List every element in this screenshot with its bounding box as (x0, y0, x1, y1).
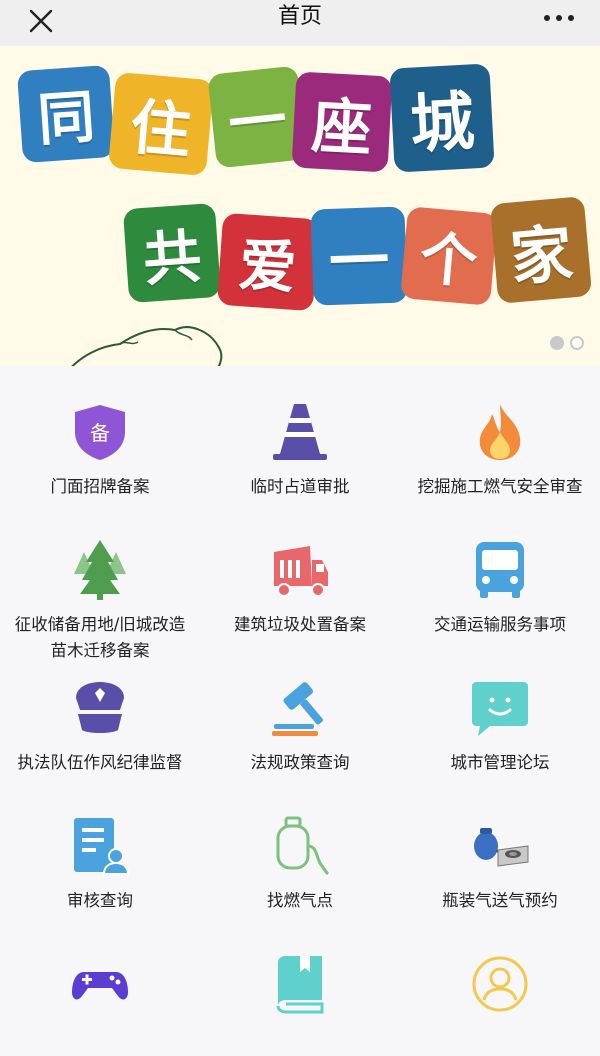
traffic-cone-icon (270, 402, 330, 462)
service-label: 法规政策查询 (250, 753, 350, 772)
record-shield-icon: 备 (70, 402, 130, 462)
service-item-regulations-query[interactable]: 法规政策查询 (200, 642, 400, 780)
slogan-line1-tile: 住 (108, 71, 214, 177)
service-label: 挖掘施工燃气安全审查 (417, 477, 583, 496)
service-item-games[interactable] (0, 918, 200, 1056)
service-label: 审核查询 (67, 891, 133, 910)
service-item-audit-query[interactable]: 审核查询 (0, 780, 200, 918)
service-item-discipline-supervision[interactable]: 执法队伍作风纪律监督 (0, 642, 200, 780)
chat-bubble-icon (470, 678, 530, 738)
service-item-road-occupation[interactable]: 临时占道审批 (200, 366, 400, 504)
service-item-construction-waste[interactable]: 建筑垃圾处置备案 (200, 504, 400, 642)
slogan-line2-tile: 共 (122, 202, 222, 304)
police-cap-icon (70, 678, 130, 738)
gas-cylinder-icon (270, 816, 330, 876)
carousel-dot-2[interactable] (570, 336, 584, 350)
map-outline-decoration (71, 326, 223, 366)
service-label: 城市管理论坛 (450, 753, 550, 772)
top-nav-bar: 首页 (0, 0, 600, 46)
page-title: 首页 (277, 4, 322, 29)
slogan-line2-tile: 爱 (216, 212, 320, 312)
document-user-icon (70, 816, 130, 876)
book-icon (270, 954, 330, 1014)
service-label: 交通运输服务事项 (434, 615, 566, 634)
service-item-find-gas-point[interactable]: 找燃气点 (200, 780, 400, 918)
garbage-truck-icon (270, 540, 330, 600)
service-item-tree-relocation[interactable]: 征收储备用地/旧城改造苗木迁移备案 (0, 504, 200, 660)
slogan-line2-tile: 家 (489, 196, 593, 304)
service-label: 建筑垃圾处置备案 (234, 615, 366, 634)
service-item-gas-delivery[interactable]: 瓶装气送气预约 (400, 780, 600, 918)
service-label: 执法队伍作风纪律监督 (17, 753, 183, 772)
service-item-city-forum[interactable]: 城市管理论坛 (400, 642, 600, 780)
slogan-line2-tile: 个 (400, 206, 498, 306)
service-item-storefront-sign[interactable]: 备 门面招牌备案 (0, 366, 200, 504)
service-item-gas-safety-review[interactable]: 挖掘施工燃气安全审查 (400, 366, 600, 504)
svg-text:备: 备 (90, 421, 110, 445)
slogan-line1-tile: 同 (16, 64, 116, 164)
service-item-reading[interactable] (200, 918, 400, 1056)
service-label: 找燃气点 (267, 891, 333, 910)
carousel-indicators (550, 336, 584, 350)
flame-icon (470, 402, 530, 462)
slogan-line2-tile: 一 (310, 206, 408, 306)
slogan-line1-tile: 座 (291, 71, 393, 173)
banner-carousel[interactable]: 同住一座城 共爱一个家 (0, 46, 600, 366)
service-label: 临时占道审批 (250, 477, 350, 496)
service-item-transport-services[interactable]: 交通运输服务事项 (400, 504, 600, 642)
slogan-line1-tile: 城 (389, 63, 495, 173)
bus-icon (470, 540, 530, 600)
gamepad-icon (70, 954, 130, 1014)
service-label: 瓶装气送气预约 (442, 891, 558, 910)
service-label: 门面招牌备案 (50, 477, 150, 496)
tree-icon (70, 540, 130, 600)
service-item-user-center[interactable] (400, 918, 600, 1056)
carousel-dot-1[interactable] (550, 336, 564, 350)
gavel-icon (270, 678, 330, 738)
more-dots-icon[interactable] (542, 8, 576, 28)
gas-stove-icon (470, 816, 530, 876)
user-circle-icon (470, 954, 530, 1014)
